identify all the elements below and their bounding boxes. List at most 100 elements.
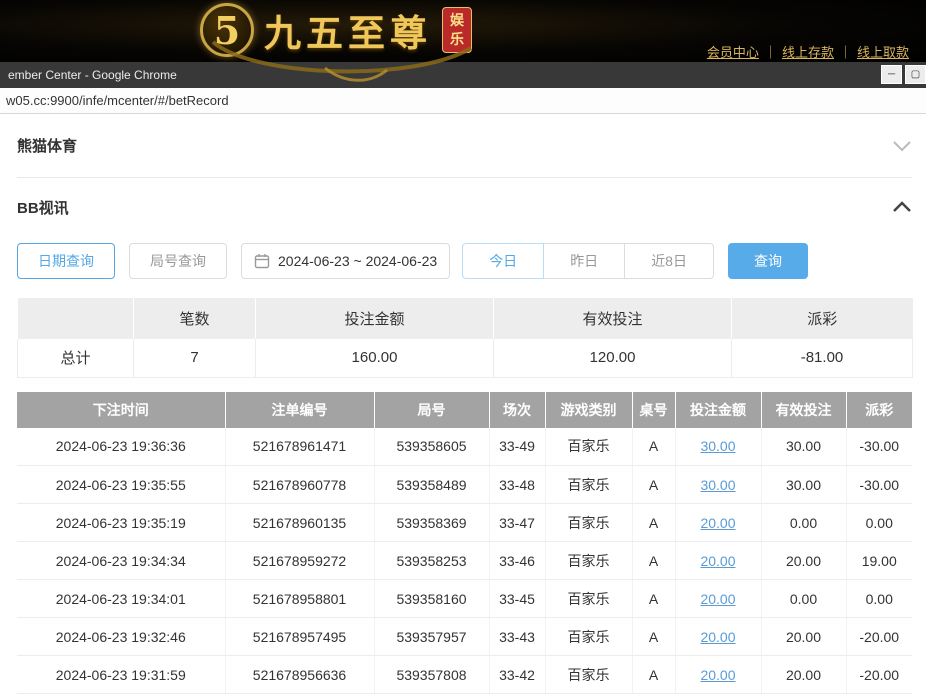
chevron-down-icon[interactable] [892, 140, 912, 152]
summary-total-row: 总计 7 160.00 120.00 -81.00 [18, 339, 913, 377]
nav-member-center[interactable]: 会员中心 [707, 45, 759, 60]
site-logo: 5 九五至尊 娱 乐 [200, 3, 472, 57]
nav-online-deposit[interactable]: 线上存款 [782, 45, 834, 60]
cell-bet-amount: 30.00 [675, 428, 761, 466]
bet-amount-link[interactable]: 20.00 [700, 553, 735, 569]
cell-payout: -20.00 [846, 618, 912, 656]
minimize-icon[interactable]: ─ [881, 65, 902, 84]
logo-badge: 娱 乐 [442, 7, 472, 53]
cell-table-no: A [632, 580, 675, 618]
cell-bet-time: 2024-06-23 19:32:46 [17, 618, 225, 656]
cell-round-no: 539358605 [374, 428, 489, 466]
col-bet-id: 注单编号 [225, 392, 374, 428]
cell-round-no: 539358369 [374, 504, 489, 542]
section-bb-video[interactable]: BB视讯 [17, 178, 912, 236]
bet-amount-link[interactable]: 30.00 [700, 438, 735, 454]
col-round-no: 局号 [374, 392, 489, 428]
cell-bet-amount: 20.00 [675, 542, 761, 580]
search-button[interactable]: 查询 [728, 243, 808, 279]
bet-record-table: 下注时间 注单编号 局号 场次 游戏类别 桌号 投注金额 有效投注 派彩 202… [17, 392, 912, 694]
summary-count-value: 7 [134, 339, 256, 377]
cell-session: 33-45 [489, 580, 545, 618]
cell-table-no: A [632, 428, 675, 466]
cell-session: 33-43 [489, 618, 545, 656]
cell-bet-amount: 20.00 [675, 618, 761, 656]
cell-table-no: A [632, 504, 675, 542]
cell-valid-bet: 30.00 [761, 428, 846, 466]
summary-header-count: 笔数 [134, 298, 256, 339]
cell-session: 33-42 [489, 656, 545, 694]
cell-bet-time: 2024-06-23 19:36:36 [17, 428, 225, 466]
cell-bet-time: 2024-06-23 19:34:34 [17, 542, 225, 580]
cell-payout: 0.00 [846, 504, 912, 542]
quick-last8days-button[interactable]: 近8日 [624, 243, 714, 279]
bet-amount-link[interactable]: 20.00 [700, 667, 735, 683]
url-text: w05.cc:9900/infe/mcenter/#/betRecord [6, 93, 229, 108]
maximize-icon[interactable]: ▢ [905, 65, 926, 84]
cell-valid-bet: 0.00 [761, 580, 846, 618]
cell-valid-bet: 20.00 [761, 618, 846, 656]
cell-bet-amount: 30.00 [675, 466, 761, 504]
cell-bet-id: 521678957495 [225, 618, 374, 656]
cell-valid-bet: 30.00 [761, 466, 846, 504]
summary-table: 笔数 投注金额 有效投注 派彩 总计 7 160.00 120.00 -81.0… [17, 298, 913, 378]
cell-bet-time: 2024-06-23 19:34:01 [17, 580, 225, 618]
cell-bet-time: 2024-06-23 19:31:59 [17, 656, 225, 694]
banner-nav: 会员中心｜线上存款｜线上取款 [704, 42, 912, 61]
cell-bet-id: 521678960778 [225, 466, 374, 504]
cell-table-no: A [632, 656, 675, 694]
cell-bet-id: 521678961471 [225, 428, 374, 466]
cell-table-no: A [632, 618, 675, 656]
date-query-button[interactable]: 日期查询 [17, 243, 115, 279]
cell-session: 33-47 [489, 504, 545, 542]
cell-valid-bet: 20.00 [761, 656, 846, 694]
date-range-value: 2024-06-23 ~ 2024-06-23 [278, 253, 437, 269]
logo-number-icon: 5 [200, 3, 254, 57]
cell-round-no: 539358489 [374, 466, 489, 504]
bet-amount-link[interactable]: 20.00 [700, 515, 735, 531]
cell-valid-bet: 20.00 [761, 542, 846, 580]
cell-game-type: 百家乐 [545, 466, 632, 504]
table-row: 2024-06-23 19:36:36 521678961471 5393586… [17, 428, 912, 466]
summary-total-label: 总计 [18, 339, 134, 377]
window-controls: ─ ▢ [878, 65, 926, 84]
quick-range-group: 今日 昨日 近8日 [462, 243, 714, 279]
quick-today-button[interactable]: 今日 [462, 243, 544, 279]
bet-amount-link[interactable]: 20.00 [700, 591, 735, 607]
col-table-no: 桌号 [632, 392, 675, 428]
table-row: 2024-06-23 19:34:01 521678958801 5393581… [17, 580, 912, 618]
cell-bet-id: 521678960135 [225, 504, 374, 542]
address-bar[interactable]: w05.cc:9900/infe/mcenter/#/betRecord [0, 88, 926, 114]
table-row: 2024-06-23 19:31:59 521678956636 5393578… [17, 656, 912, 694]
table-row: 2024-06-23 19:34:34 521678959272 5393582… [17, 542, 912, 580]
round-query-button[interactable]: 局号查询 [129, 243, 227, 279]
window-title: ember Center - Google Chrome [8, 68, 177, 82]
summary-header-blank [18, 298, 134, 339]
summary-header-payout: 派彩 [732, 298, 913, 339]
chevron-up-icon[interactable] [892, 201, 912, 213]
table-row: 2024-06-23 19:32:46 521678957495 5393579… [17, 618, 912, 656]
cell-game-type: 百家乐 [545, 656, 632, 694]
col-session: 场次 [489, 392, 545, 428]
nav-online-withdraw[interactable]: 线上取款 [857, 45, 909, 60]
cell-game-type: 百家乐 [545, 542, 632, 580]
cell-payout: 0.00 [846, 580, 912, 618]
cell-round-no: 539358160 [374, 580, 489, 618]
summary-payout-value: -81.00 [732, 339, 913, 377]
summary-header-bet-amount: 投注金额 [256, 298, 494, 339]
bet-amount-link[interactable]: 20.00 [700, 629, 735, 645]
cell-payout: -20.00 [846, 656, 912, 694]
cell-round-no: 539357808 [374, 656, 489, 694]
summary-header-valid-bet: 有效投注 [494, 298, 732, 339]
cell-bet-time: 2024-06-23 19:35:55 [17, 466, 225, 504]
col-game-type: 游戏类别 [545, 392, 632, 428]
cell-round-no: 539358253 [374, 542, 489, 580]
summary-bet-amount-value: 160.00 [256, 339, 494, 377]
cell-bet-id: 521678956636 [225, 656, 374, 694]
section-panda-sports[interactable]: 熊猫体育 [17, 114, 912, 178]
quick-yesterday-button[interactable]: 昨日 [543, 243, 625, 279]
date-range-input[interactable]: 2024-06-23 ~ 2024-06-23 [241, 243, 450, 279]
bet-amount-link[interactable]: 30.00 [700, 477, 735, 493]
table-row: 2024-06-23 19:35:55 521678960778 5393584… [17, 466, 912, 504]
cell-table-no: A [632, 542, 675, 580]
